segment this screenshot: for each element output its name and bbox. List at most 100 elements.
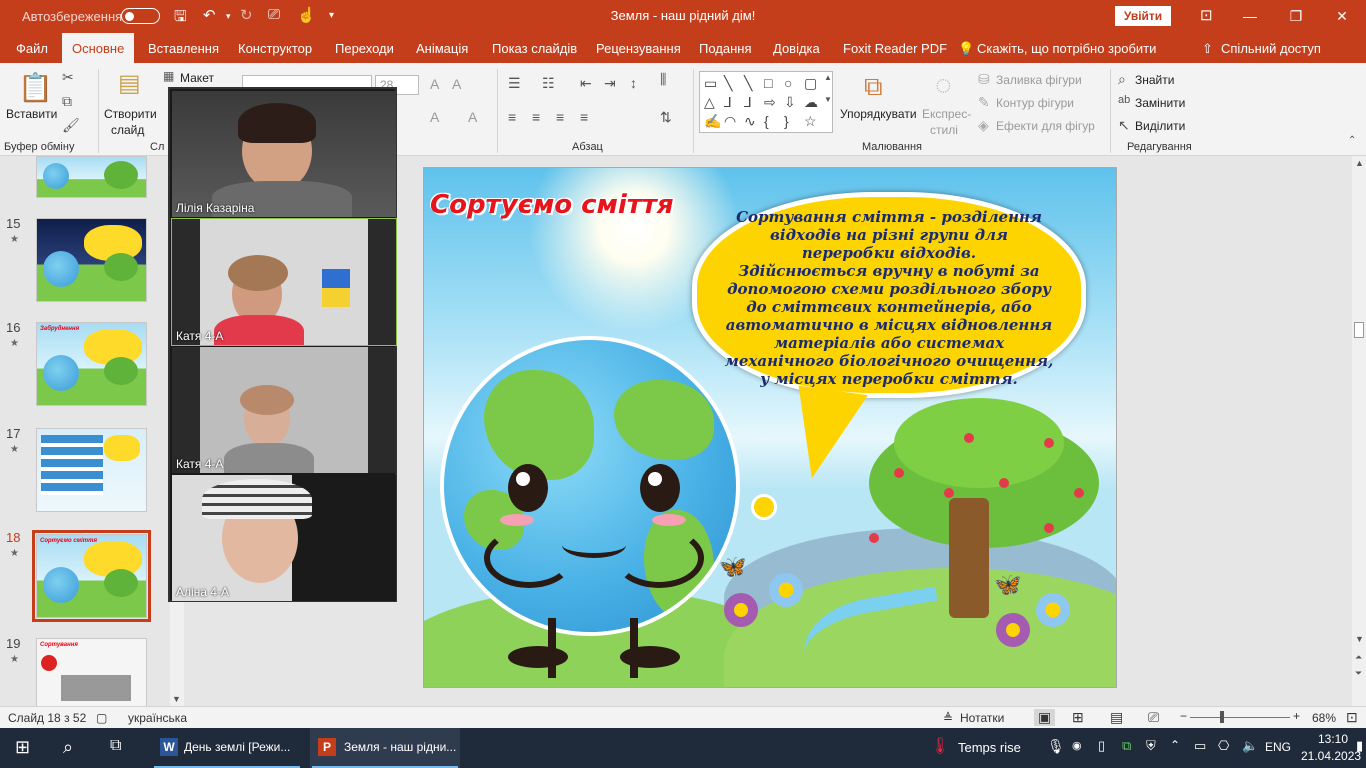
zoom-in-icon[interactable]: + (1293, 709, 1300, 723)
find-icon[interactable]: ⌕ (1118, 71, 1126, 88)
format-painter-icon[interactable]: 🖌 (62, 117, 80, 134)
editor-scrollbar[interactable]: ▲ ▼ ⏶ ⏷ (1352, 156, 1366, 706)
spellcheck-icon[interactable]: ▢ (96, 711, 107, 725)
align-center-icon[interactable]: ≡ (532, 109, 540, 125)
sign-in-button[interactable]: Увійти (1115, 6, 1171, 26)
current-slide[interactable]: 🦋 🦋 Сортування сміття - розділення відхо… (423, 167, 1117, 688)
zoom-slider-thumb[interactable] (1220, 711, 1224, 723)
quick-styles-button[interactable]: Експрес- (922, 107, 971, 121)
tab-design[interactable]: Конструктор (238, 41, 312, 56)
tray-icon[interactable]: ⧉ (1122, 738, 1131, 754)
quick-styles-icon[interactable]: ◌ (935, 69, 952, 101)
shape-fill-icon[interactable]: ⛁ (978, 71, 990, 88)
tell-me-search[interactable]: Скажіть, що потрібно зробити (977, 41, 1156, 56)
new-slide-button-line2[interactable]: слайд (111, 123, 144, 137)
tab-slideshow[interactable]: Показ слайдів (492, 41, 577, 56)
paste-button[interactable]: Вставити (6, 107, 57, 121)
replace-icon[interactable]: ab (1118, 94, 1130, 106)
shape-outline-icon[interactable]: ✎ (978, 94, 990, 111)
slide-thumbnail-15[interactable] (36, 218, 147, 302)
numbering-icon[interactable]: ☷ (542, 75, 555, 92)
tab-home[interactable]: Основне (62, 33, 135, 63)
zoom-tray-icon[interactable]: ◉ (1072, 739, 1082, 752)
tab-animations[interactable]: Анімація (416, 41, 468, 56)
line-spacing-icon[interactable]: ↕ (630, 75, 637, 91)
justify-icon[interactable]: ≡ (580, 109, 588, 125)
task-view-icon[interactable]: ⧉ (110, 737, 121, 755)
gallery-up-icon[interactable]: ▲ (824, 73, 832, 82)
scroll-down-icon[interactable]: ▼ (1355, 634, 1364, 644)
font-size-small-icon[interactable]: A (468, 109, 477, 125)
shape-effects-icon[interactable]: ◈ (978, 117, 989, 134)
ribbon-display-icon[interactable]: ⊡ (1200, 6, 1213, 24)
shape-effects-button[interactable]: Ефекти для фігур (996, 119, 1095, 133)
font-color-icon[interactable]: A (430, 109, 439, 125)
zoom-level[interactable]: 68% (1312, 711, 1336, 725)
zoom-slider[interactable] (1190, 717, 1290, 718)
network-icon[interactable]: ⎔ (1218, 738, 1229, 754)
slide-thumbnail-17[interactable] (36, 428, 147, 512)
shape-fill-button[interactable]: Заливка фігури (996, 73, 1082, 87)
arrange-button[interactable]: Упорядкувати (840, 107, 917, 121)
notifications-icon[interactable]: ▮ (1356, 738, 1363, 754)
weather-label[interactable]: Temps rise (958, 740, 1021, 755)
tab-foxit[interactable]: Foxit Reader PDF (843, 41, 947, 56)
copy-icon[interactable]: ⧉ (62, 93, 72, 110)
close-button[interactable]: ✕ (1319, 4, 1365, 28)
slide-thumbnail-16[interactable]: Забруднення (36, 322, 147, 406)
tab-view[interactable]: Подання (699, 41, 752, 56)
prev-slide-icon[interactable]: ⏶ (1355, 652, 1362, 663)
clock-time[interactable]: 13:10 (1318, 732, 1348, 746)
taskbar-app-word[interactable]: W День землі [Режи... (152, 728, 302, 768)
microphone-icon[interactable]: 🎙 (1047, 738, 1065, 755)
cut-icon[interactable]: ✂ (62, 69, 74, 86)
language-indicator[interactable]: українська (128, 711, 187, 725)
video-call-panel[interactable]: Лілія Казаріна Катя 4-А Катя 4-А Аліна 4… (168, 87, 397, 602)
fit-slide-icon[interactable]: ⊡ (1346, 709, 1358, 726)
slideshow-icon[interactable]: ⎚ (1148, 709, 1159, 726)
show-hidden-icons[interactable]: ⌃ (1170, 738, 1180, 752)
scroll-up-icon[interactable]: ▲ (1355, 158, 1364, 168)
participant-tile[interactable]: Аліна 4-А (172, 475, 396, 601)
volume-icon[interactable]: 🔈 (1242, 738, 1258, 754)
thermometer-icon[interactable]: 🌡 (930, 736, 950, 756)
slide-thumbnail-18[interactable]: Сортуємо сміття (32, 530, 151, 622)
minimize-button[interactable]: — (1227, 4, 1273, 28)
select-button[interactable]: Виділити (1135, 119, 1185, 133)
find-button[interactable]: Знайти (1135, 73, 1174, 87)
slide-thumbnails-panel[interactable]: 15 ★ 16 ★ Забруднення 17 ★ 18 ★ Сортуємо… (0, 156, 184, 722)
participant-tile[interactable]: Катя 4-А (171, 218, 397, 346)
restore-button[interactable]: ❐ (1273, 4, 1319, 28)
select-icon[interactable]: ↖ (1118, 117, 1130, 134)
share-icon[interactable]: ⇧ (1202, 41, 1213, 57)
align-right-icon[interactable]: ≡ (556, 109, 564, 125)
scroll-down-icon[interactable]: ▼ (172, 694, 181, 704)
slide-sorter-icon[interactable]: ⊞ (1072, 709, 1084, 726)
shapes-gallery[interactable]: ▭ ╲ ╲ □ ○ ▢ △ ⅃ ⅃ ⇨ ⇩ ☁ ✍ ◠ ∿ {} ☆ (699, 71, 833, 133)
quick-styles-button-line2[interactable]: стилі (930, 123, 958, 137)
decrease-indent-icon[interactable]: ⇤ (580, 75, 592, 92)
slide-title[interactable]: Сортуємо сміття (430, 190, 674, 220)
scroll-thumb[interactable] (1354, 322, 1364, 338)
clock-date[interactable]: 21.04.2023 (1301, 749, 1361, 763)
windows-start-icon[interactable]: ⊞ (15, 737, 30, 758)
security-icon[interactable]: ⛨ (1146, 738, 1156, 754)
decrease-font-icon[interactable]: A (452, 76, 461, 92)
collapse-ribbon-icon[interactable]: ⌃ (1348, 135, 1356, 146)
participant-tile[interactable]: Катя 4-А (172, 347, 396, 473)
arrange-icon[interactable]: ⧉ (864, 71, 883, 103)
search-icon[interactable]: ⌕ (63, 737, 73, 758)
columns-icon[interactable]: ⫼ (660, 71, 666, 88)
input-language[interactable]: ENG (1265, 740, 1291, 754)
layout-button[interactable]: Макет (180, 71, 214, 85)
layout-icon[interactable]: ▦ (163, 69, 174, 83)
align-left-icon[interactable]: ≡ (508, 109, 516, 125)
text-direction-icon[interactable]: ⇅ (660, 109, 672, 126)
tab-insert[interactable]: Вставлення (148, 41, 219, 56)
replace-button[interactable]: Замінити (1135, 96, 1185, 110)
notes-icon[interactable]: ≜ (943, 711, 953, 725)
share-button[interactable]: Спільний доступ (1221, 41, 1321, 56)
speech-bubble-text[interactable]: Сортування сміття - розділення відходів … (724, 208, 1054, 388)
tray-icon[interactable]: ▯ (1098, 738, 1105, 754)
slide-counter[interactable]: Слайд 18 з 52 (8, 711, 86, 725)
